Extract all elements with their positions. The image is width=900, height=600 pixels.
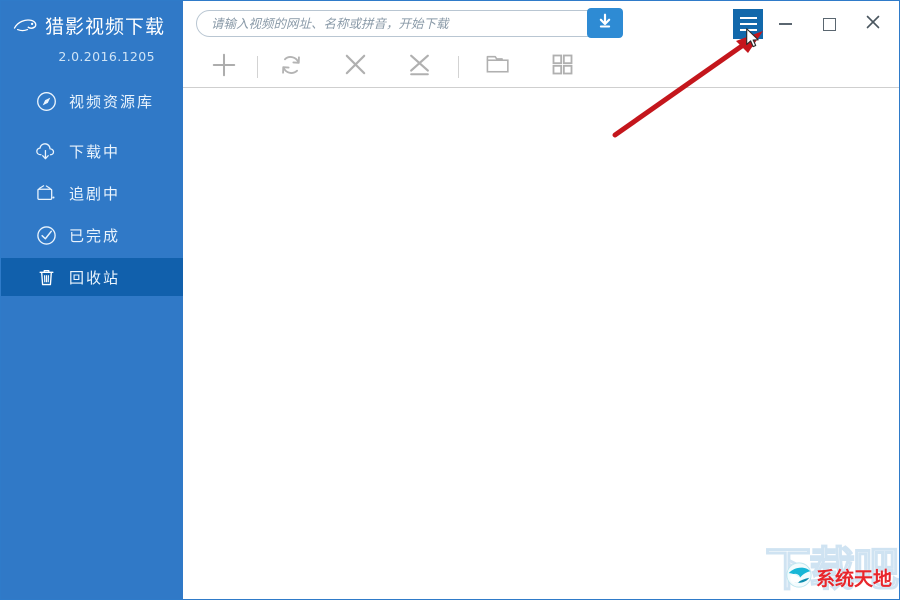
app-version: 2.0.2016.1205	[58, 49, 155, 64]
sidebar-item-label: 视频资源库	[69, 92, 155, 111]
content-pane: 下载吧 系统天地	[183, 1, 899, 599]
sidebar-divider-gap	[1, 120, 183, 132]
maximize-icon	[822, 17, 836, 31]
top-bar	[183, 1, 899, 46]
refresh-icon	[279, 53, 303, 81]
app-window: 猎影视频下载 2.0.2016.1205 视频资源库 下载中 追剧中 已完成 回…	[0, 0, 900, 600]
delete-all-button[interactable]	[396, 48, 442, 86]
minimize-button[interactable]	[763, 9, 807, 39]
sidebar-item-video-library[interactable]: 视频资源库	[1, 82, 183, 120]
compass-icon	[35, 90, 57, 112]
plus-icon	[211, 52, 237, 82]
sidebar-item-label: 下载中	[69, 142, 121, 161]
folder-icon	[485, 53, 511, 80]
sidebar-item-label: 已完成	[69, 226, 121, 245]
search-box[interactable]	[196, 10, 620, 37]
toolbar	[183, 46, 899, 88]
toolbar-separator	[458, 55, 459, 78]
app-title: 猎影视频下载	[45, 15, 166, 38]
minimize-icon	[778, 23, 792, 25]
trash-icon	[35, 266, 57, 288]
search-input[interactable]	[211, 11, 571, 36]
refresh-button[interactable]	[268, 48, 314, 86]
toolbar-separator	[257, 55, 258, 78]
sidebar-item-following-series[interactable]: 追剧中	[1, 174, 183, 212]
close-button[interactable]	[851, 9, 895, 39]
add-task-button[interactable]	[201, 48, 247, 86]
maximize-button[interactable]	[807, 9, 851, 39]
sidebar-item-completed[interactable]: 已完成	[1, 216, 183, 254]
close-icon	[865, 14, 881, 34]
sidebar-item-downloading[interactable]: 下载中	[1, 132, 183, 170]
window-controls	[733, 1, 895, 46]
download-button[interactable]	[587, 8, 623, 38]
check-circle-icon	[35, 224, 57, 246]
view-grid-button[interactable]	[539, 48, 585, 86]
grid-view-icon	[551, 53, 574, 80]
sidebar-item-label: 追剧中	[69, 184, 121, 203]
sidebar-nav: 视频资源库 下载中 追剧中 已完成 回收站	[1, 82, 183, 296]
cloud-download-icon	[35, 140, 57, 162]
download-arrow-icon	[595, 11, 615, 35]
app-brand: 猎影视频下载	[1, 7, 183, 43]
x-icon	[343, 52, 368, 81]
x-underline-icon	[407, 52, 432, 82]
download-list-area[interactable]	[183, 89, 899, 599]
hunter-swoosh-logo-icon	[13, 14, 39, 36]
sidebar: 猎影视频下载 2.0.2016.1205 视频资源库 下载中 追剧中 已完成 回…	[1, 1, 183, 599]
sidebar-item-recycle-bin[interactable]: 回收站	[1, 258, 183, 296]
open-folder-button[interactable]	[475, 48, 521, 86]
hamburger-menu-icon[interactable]	[733, 9, 763, 39]
tv-icon	[35, 182, 57, 204]
sidebar-item-label: 回收站	[69, 268, 121, 287]
delete-button[interactable]	[332, 48, 378, 86]
